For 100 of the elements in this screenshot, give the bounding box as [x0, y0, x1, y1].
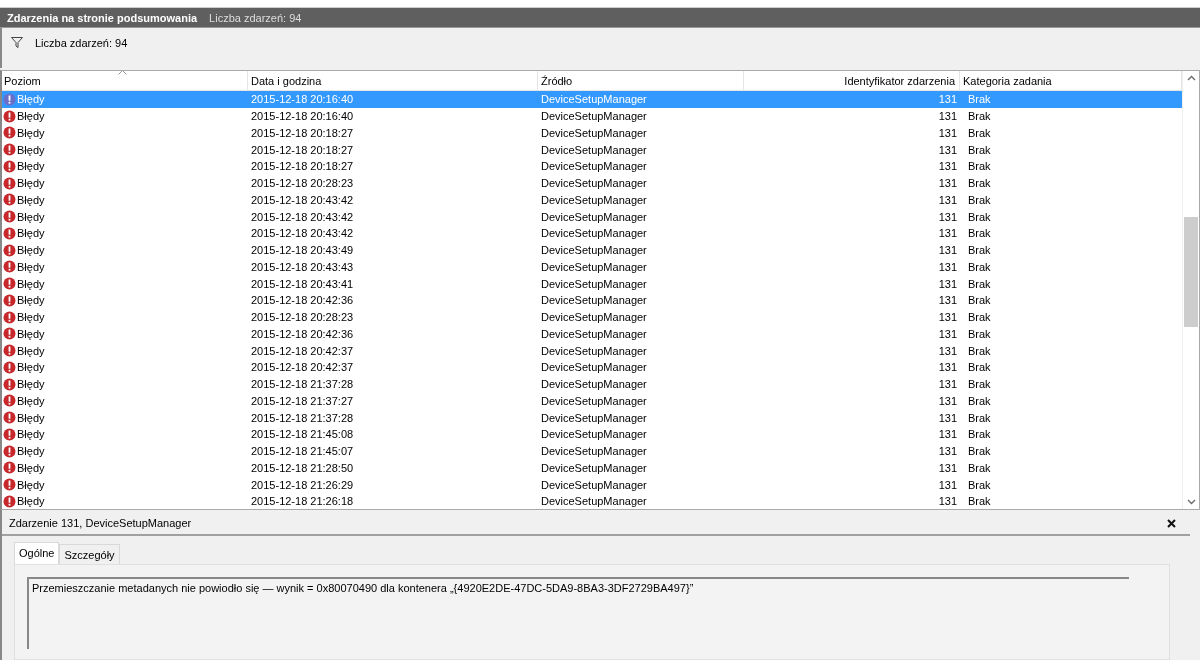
event-row[interactable]: Błędy 2015-12-18 20:43:42 DeviceSetupManager 131 Brak — [2, 225, 1182, 242]
table-cell-text: DeviceSetupManager — [540, 277, 648, 290]
table-cell-text: 2015-12-18 20:43:41 — [250, 277, 355, 290]
scroll-down-icon[interactable] — [1186, 499, 1196, 505]
event-row[interactable]: Błędy 2015-12-18 21:37:28 DeviceSetupManager 131 Brak — [2, 375, 1182, 393]
event-count: Liczba zdarzeń: 94 — [209, 11, 302, 24]
table-cell-text: DeviceSetupManager — [540, 445, 648, 458]
error-icon — [3, 143, 16, 157]
table-cell-text: 131 — [937, 394, 958, 407]
event-row[interactable]: Błędy 2015-12-18 21:28:50 DeviceSetupManager 131 Brak — [2, 459, 1182, 477]
table-cell-text: 2015-12-18 21:45:08 — [250, 428, 355, 441]
event-row[interactable]: Błędy 2015-12-18 21:26:29 DeviceSetupManager 131 Brak — [2, 476, 1182, 493]
table-cell-text: Brak — [967, 160, 992, 173]
table-cell-text: 2015-12-18 20:42:36 — [250, 294, 355, 307]
table-cell-text: 2015-12-18 21:28:50 — [250, 461, 355, 474]
tab[interactable]: Szczegóły — [59, 544, 120, 564]
table-cell-text: 131 — [937, 294, 958, 307]
error-icon — [3, 444, 16, 458]
table-cell-text: 131 — [937, 244, 958, 257]
event-row[interactable]: Błędy 2015-12-18 20:16:40 DeviceSetupManager 131 Brak — [2, 107, 1182, 125]
event-row[interactable]: Błędy 2015-12-18 20:18:27 DeviceSetupManager 131 Brak — [2, 141, 1182, 158]
filter-count: Liczba zdarzeń: 94 — [35, 37, 128, 49]
error-icon — [3, 310, 16, 324]
error-icon — [3, 109, 16, 123]
error-icon — [3, 293, 16, 307]
filter-icon[interactable] — [11, 37, 23, 48]
event-row[interactable]: Błędy 2015-12-18 20:28:23 DeviceSetupManager 131 Brak — [2, 308, 1182, 326]
table-cell-text: DeviceSetupManager — [540, 394, 648, 407]
table-cell-text: 131 — [937, 210, 958, 223]
column-header[interactable]: Data i godzina — [248, 71, 538, 90]
table-cell: Błędy — [17, 428, 45, 441]
table-cell: Błędy — [17, 244, 45, 257]
event-row[interactable]: Błędy 2015-12-18 21:26:18 DeviceSetupManager 131 Brak — [2, 493, 1182, 509]
panel-title: Zdarzenia na stronie podsumowania — [7, 11, 198, 24]
table-cell-text: 131 — [937, 143, 958, 156]
event-row[interactable]: Błędy 2015-12-18 20:43:42 DeviceSetupManager 131 Brak — [2, 191, 1182, 209]
error-icon — [3, 411, 16, 425]
table-cell-text: 2015-12-18 20:16:40 — [250, 93, 355, 106]
table-cell: Błędy — [17, 344, 45, 357]
table-cell-text: DeviceSetupManager — [540, 177, 648, 190]
column-header[interactable]: Poziom — [2, 71, 248, 90]
event-row[interactable]: Błędy 2015-12-18 20:42:37 DeviceSetupManager 131 Brak — [2, 359, 1182, 376]
scrollbar-thumb[interactable] — [1184, 217, 1198, 327]
event-row[interactable]: Błędy 2015-12-18 20:43:49 DeviceSetupManager 131 Brak — [2, 241, 1182, 259]
error-icon — [3, 360, 16, 374]
table-cell-text: 2015-12-18 20:28:23 — [250, 177, 355, 190]
event-row[interactable]: Błędy 2015-12-18 20:18:27 DeviceSetupManager 131 Brak — [2, 158, 1182, 175]
table-cell-text: DeviceSetupManager — [540, 327, 648, 340]
table-cell-text: 2015-12-18 20:43:43 — [250, 260, 355, 273]
table-cell-text: 131 — [937, 177, 958, 190]
table-cell-text: Brak — [967, 311, 992, 324]
event-row[interactable]: Błędy 2015-12-18 20:28:23 DeviceSetupManager 131 Brak — [2, 174, 1182, 192]
table-cell-text: 2015-12-18 21:37:27 — [250, 394, 355, 407]
error-icon — [3, 377, 16, 391]
column-header[interactable]: Identyfikator zdarzenia — [744, 71, 960, 90]
column-header[interactable]: Źródło — [538, 71, 744, 90]
table-cell-text: DeviceSetupManager — [540, 311, 648, 324]
event-row[interactable]: Błędy 2015-12-18 21:37:28 DeviceSetupManager 131 Brak — [2, 409, 1182, 426]
table-cell-text: 131 — [937, 478, 958, 491]
error-icon — [3, 394, 16, 408]
table-cell-text: Brak — [967, 461, 992, 474]
table-cell-text: DeviceSetupManager — [540, 193, 648, 206]
table-cell-text: Brak — [967, 428, 992, 441]
error-icon — [3, 260, 16, 274]
table-cell-text: 2015-12-18 20:18:27 — [250, 143, 355, 156]
table-cell-text: 131 — [937, 93, 958, 106]
scroll-up-icon[interactable] — [1186, 75, 1196, 81]
table-cell-text: 131 — [937, 110, 958, 123]
error-icon — [3, 277, 16, 291]
error-icon — [3, 226, 16, 240]
table-cell: Błędy — [17, 160, 45, 173]
scrollbar[interactable] — [1182, 71, 1199, 509]
event-row[interactable]: Błędy 2015-12-18 20:18:27 DeviceSetupManager 131 Brak — [2, 124, 1182, 142]
error-icon — [3, 327, 16, 341]
table-cell-text: Brak — [967, 361, 992, 374]
event-row[interactable]: Błędy 2015-12-18 21:45:08 DeviceSetupManager 131 Brak — [2, 426, 1182, 443]
event-row[interactable]: Błędy 2015-12-18 20:42:36 DeviceSetupManager 131 Brak — [2, 292, 1182, 309]
event-row[interactable]: Błędy 2015-12-18 20:42:36 DeviceSetupManager 131 Brak — [2, 325, 1182, 343]
table-cell-text: DeviceSetupManager — [540, 411, 648, 424]
event-row[interactable]: Błędy 2015-12-18 21:37:27 DeviceSetupManager 131 Brak — [2, 392, 1182, 410]
tab[interactable]: Ogólne — [14, 542, 60, 564]
event-row[interactable]: Błędy 2015-12-18 20:43:43 DeviceSetupManager 131 Brak — [2, 258, 1182, 276]
table-cell-text: DeviceSetupManager — [540, 495, 648, 508]
event-row[interactable]: Błędy 2015-12-18 21:45:07 DeviceSetupManager 131 Brak — [2, 442, 1182, 460]
table-cell-text: 131 — [937, 344, 958, 357]
table-cell-text: DeviceSetupManager — [540, 210, 648, 223]
table-cell-text: 131 — [937, 260, 958, 273]
table-cell: Błędy — [17, 478, 45, 491]
table-cell-text: 2015-12-18 20:16:40 — [250, 110, 355, 123]
table-cell: Błędy — [17, 294, 45, 307]
table-cell-text: 2015-12-18 20:18:27 — [250, 160, 355, 173]
table-cell: Błędy — [17, 311, 45, 324]
event-row[interactable]: Błędy 2015-12-18 20:43:41 DeviceSetupManager 131 Brak — [2, 275, 1182, 292]
error-icon — [3, 478, 16, 492]
table-cell-text: Brak — [967, 478, 992, 491]
event-row[interactable]: Błędy 2015-12-18 20:42:37 DeviceSetupManager 131 Brak — [2, 342, 1182, 359]
table-cell-text: 2015-12-18 20:28:23 — [250, 311, 355, 324]
table-cell-text: Brak — [967, 110, 992, 123]
close-icon[interactable] — [1167, 518, 1176, 528]
event-row[interactable]: Błędy 2015-12-18 20:43:42 DeviceSetupManager 131 Brak — [2, 208, 1182, 225]
